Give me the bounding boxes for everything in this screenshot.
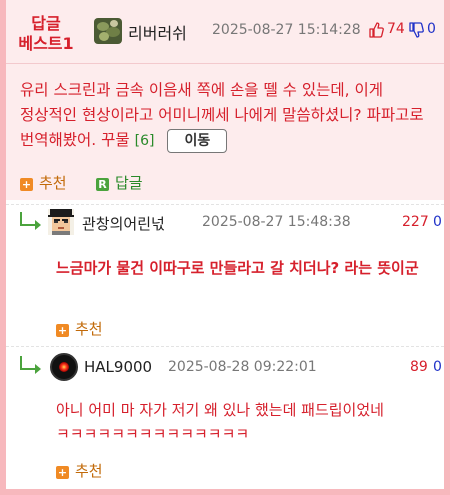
- comment-body: 아니 어미 마 자가 저기 왜 있나 했는데 패드립이었네 ㅋㅋㅋㅋㅋㅋㅋㅋㅋㅋ…: [56, 401, 384, 442]
- recommend-label: 추천: [39, 174, 67, 192]
- best-reply-text: 유리 스크린과 금속 이음새 쪽에 손을 뗄 수 있는데, 이게 정상적인 현상…: [20, 78, 438, 154]
- reply-count: [6]: [134, 133, 155, 149]
- thumbs-down-icon[interactable]: [408, 22, 424, 38]
- plus-square-icon: +: [20, 178, 33, 191]
- timestamp: 2025-08-27 15:14:28: [212, 22, 361, 38]
- recommend-label: 추천: [75, 320, 103, 338]
- recommend-button[interactable]: + 추천: [56, 460, 103, 481]
- avatar[interactable]: [48, 209, 74, 235]
- username[interactable]: HAL9000: [84, 358, 152, 376]
- plus-square-icon: +: [56, 324, 69, 337]
- comment-body: 느금마가 물건 이따구로 만들라고 갈 치더나? 라는 뜻이군: [56, 259, 419, 277]
- reply-r-icon: R: [96, 178, 109, 191]
- best-badge: 답글 베스트1: [12, 14, 80, 54]
- thumbs-up-icon[interactable]: [368, 22, 384, 38]
- username[interactable]: 관창의어린넋: [82, 213, 165, 234]
- reply-arrow-icon: [20, 212, 41, 230]
- downvote-count: 0: [427, 21, 436, 37]
- reply-label: 답글: [115, 174, 143, 192]
- header-divider: [6, 63, 444, 64]
- plus-square-icon: +: [56, 466, 69, 479]
- reply-button[interactable]: R 답글: [96, 172, 143, 193]
- best-badge-line1: 답글: [31, 14, 61, 33]
- best-badge-line2: 베스트1: [18, 34, 74, 53]
- move-button[interactable]: 이동: [167, 128, 228, 153]
- recommend-button[interactable]: + 추천: [56, 318, 103, 339]
- username[interactable]: 리버러쉬: [128, 20, 187, 44]
- best-reply-header: 답글 베스트1 리버러쉬 2025-08-27 15:14:28 74 0: [6, 0, 444, 64]
- timestamp: 2025-08-28 09:22:01: [168, 359, 317, 375]
- recommend-button[interactable]: + 추천: [20, 172, 67, 193]
- downvote-count: 0: [433, 214, 442, 230]
- upvote-count: 89: [410, 359, 428, 375]
- avatar[interactable]: [50, 353, 78, 381]
- reply-arrow-icon: [20, 356, 41, 374]
- downvote-count: 0: [433, 359, 442, 375]
- avatar[interactable]: [94, 18, 122, 44]
- recommend-label: 추천: [75, 462, 103, 480]
- comment-panel: 답글 베스트1 리버러쉬 2025-08-27 15:14:28 74 0 유리…: [0, 0, 450, 495]
- best-reply: 답글 베스트1 리버러쉬 2025-08-27 15:14:28 74 0 유리…: [6, 0, 444, 200]
- comment-divider: [6, 204, 444, 205]
- upvote-count: 227: [402, 214, 429, 230]
- upvote-count: 74: [387, 21, 405, 37]
- timestamp: 2025-08-27 15:48:38: [202, 214, 351, 230]
- comment-divider: [6, 346, 444, 347]
